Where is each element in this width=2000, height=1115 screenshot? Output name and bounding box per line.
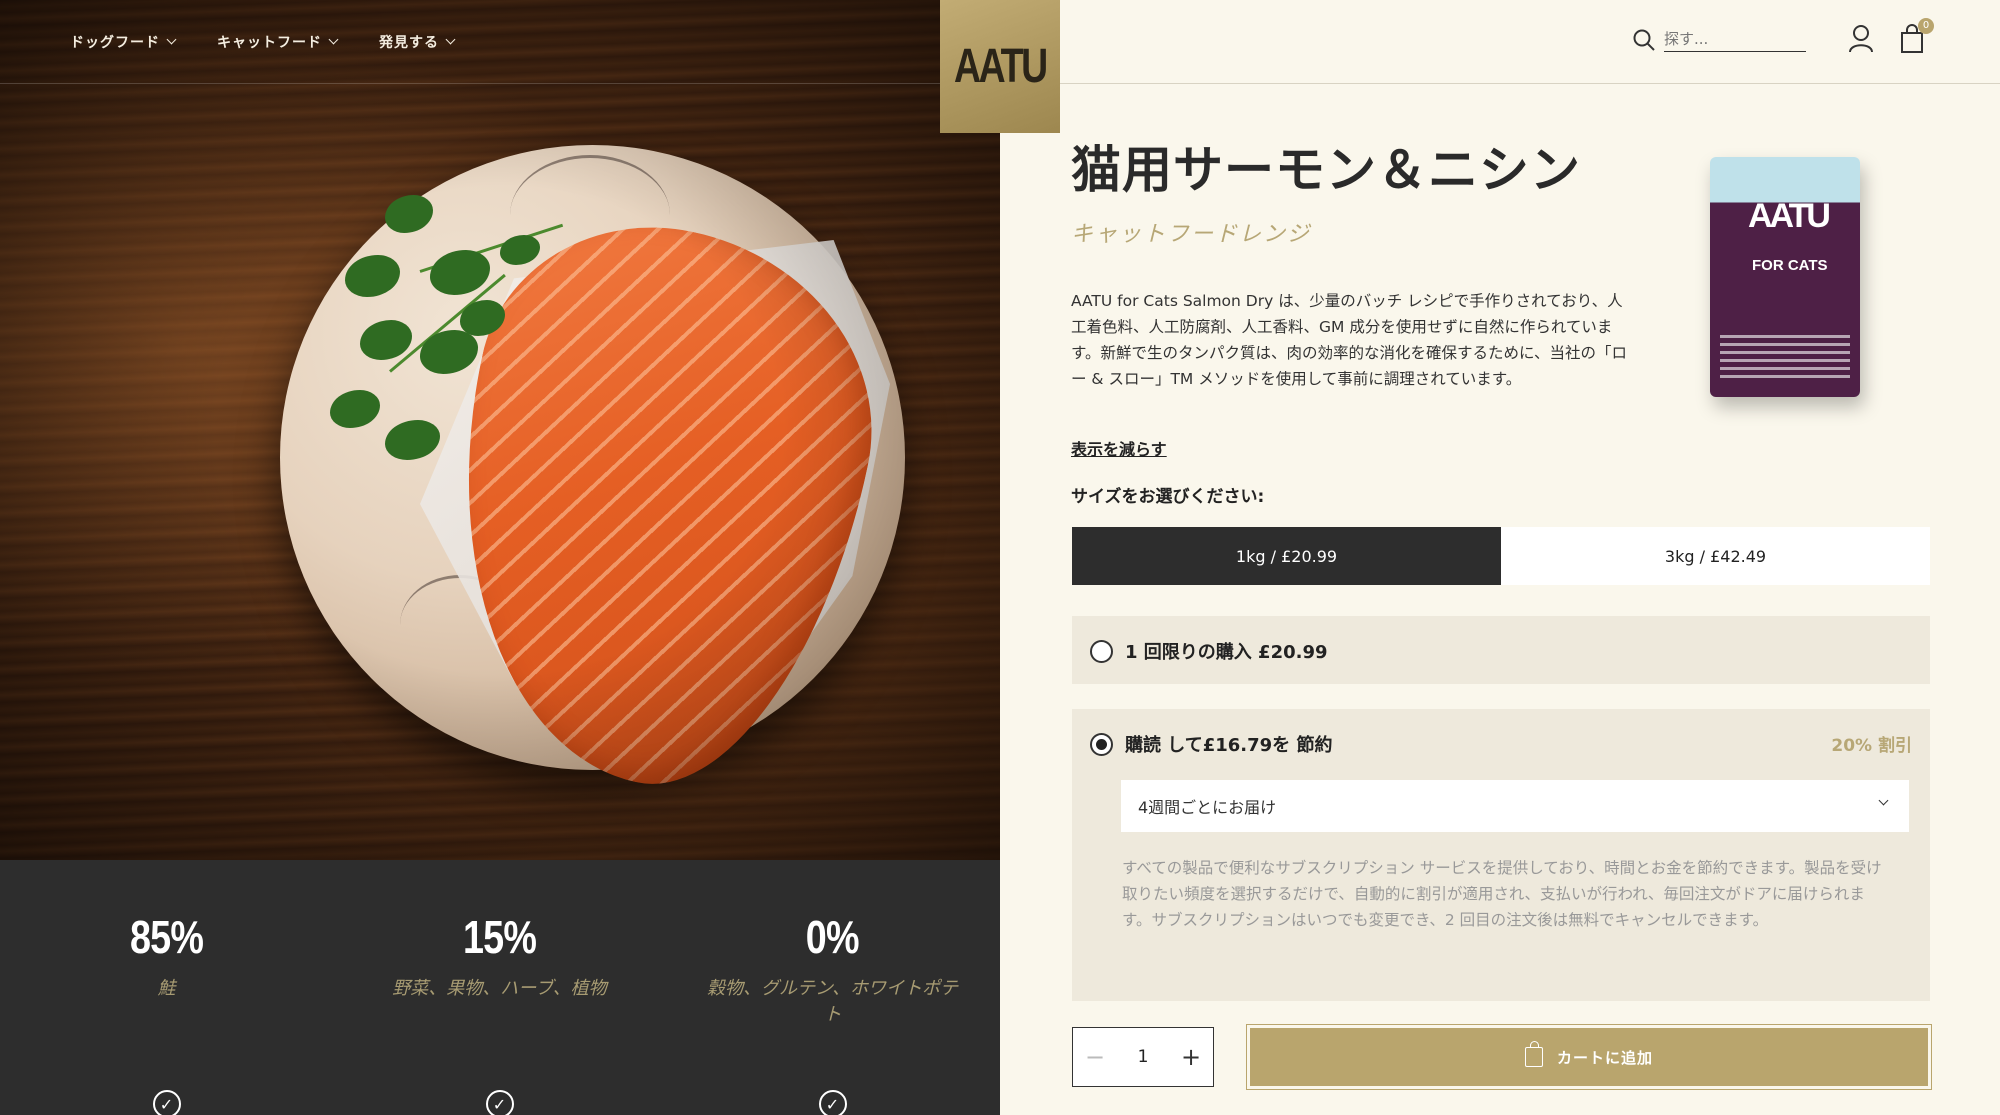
chevron-down-icon [445, 34, 456, 45]
stat-value: 15% [462, 911, 537, 963]
nav-cat-food[interactable]: キャットフード [217, 32, 339, 52]
check-circle-icon: ✓ [485, 1090, 514, 1115]
cart-button[interactable]: 0 [1900, 18, 1934, 58]
stat-label: 穀物、グルテン、ホワイトポテト [707, 978, 958, 1025]
subscription-note: すべての製品で便利なサブスクリプション サービスを提供しており、時間とお金を節約… [1122, 859, 1882, 929]
shopping-bag-icon [1524, 1041, 1543, 1067]
product-description: AATU for Cats Salmon Dry は、少量のバッチ レシピで手作… [1071, 292, 1627, 388]
stat-value: 0% [806, 911, 860, 963]
one-time-label: 1 回限りの購入 £20.99 [1125, 642, 1328, 663]
size-option-3kg[interactable]: 3kg / £42.49 [1501, 527, 1930, 585]
product-package-image: AATU FOR CATS [1710, 157, 1860, 397]
cart-count-badge: 0 [1918, 18, 1934, 34]
stat-label: 鮭 [157, 978, 176, 999]
hero-image [0, 0, 1000, 860]
stat-label: 野菜、果物、ハーブ、植物 [392, 978, 607, 999]
composition-stats: 85% 鮭 ✓ 15% 野菜、果物、ハーブ、植物 ✓ 0% 穀物、グルテン、ホワ… [0, 860, 1000, 1115]
one-time-purchase-option[interactable]: 1 回限りの購入 £20.99 [1072, 616, 1930, 684]
stat-grains: 0% 穀物、グルテン、ホワイトポテト ✓ [666, 910, 999, 1115]
search-input[interactable] [1664, 28, 1806, 52]
header-tools: 0 [1060, 0, 2000, 84]
nav-discover[interactable]: 発見する [379, 32, 456, 52]
main-nav: ドッグフード キャットフード 発見する [0, 0, 940, 84]
search [1632, 28, 1806, 52]
size-option-1kg[interactable]: 1kg / £20.99 [1072, 527, 1501, 585]
delivery-frequency-select[interactable]: 4週間ごとにお届け [1121, 780, 1909, 832]
chevron-down-icon [328, 34, 339, 45]
increase-quantity-button[interactable]: + [1181, 1043, 1201, 1071]
radio-checked[interactable] [1090, 732, 1113, 756]
brand-logo[interactable]: AATU [940, 0, 1060, 133]
subscribe-label: 購読 して£16.79を 節約 [1125, 735, 1333, 756]
chevron-down-icon [166, 34, 177, 45]
size-selector: 1kg / £20.99 3kg / £42.49 [1072, 527, 1930, 585]
check-circle-icon: ✓ [818, 1090, 847, 1115]
decrease-quantity-button[interactable]: − [1085, 1043, 1105, 1071]
discount-badge: 20% 割引 [1831, 736, 1912, 756]
chevron-down-icon [1878, 795, 1889, 806]
quantity-value[interactable]: 1 [1138, 1047, 1149, 1067]
quantity-stepper: − 1 + [1072, 1027, 1214, 1087]
stat-vegetables: 15% 野菜、果物、ハーブ、植物 ✓ [333, 910, 666, 1115]
show-less-link[interactable]: 表示を減らす [1071, 436, 1167, 460]
stat-value: 85% [129, 911, 204, 963]
subscribe-option[interactable]: 購読 して£16.79を 節約 20% 割引 4週間ごとにお届け すべての製品で… [1072, 709, 1930, 1001]
account-icon[interactable] [1848, 24, 1874, 54]
nav-dog-food[interactable]: ドッグフード [70, 32, 177, 52]
size-prompt: サイズをお選びください: [1071, 487, 1265, 507]
check-circle-icon: ✓ [152, 1090, 181, 1115]
add-to-cart-button[interactable]: カートに追加 [1246, 1024, 1932, 1090]
stat-salmon: 85% 鮭 ✓ [0, 910, 333, 1115]
radio-unchecked[interactable] [1090, 639, 1113, 663]
search-icon[interactable] [1632, 28, 1656, 52]
